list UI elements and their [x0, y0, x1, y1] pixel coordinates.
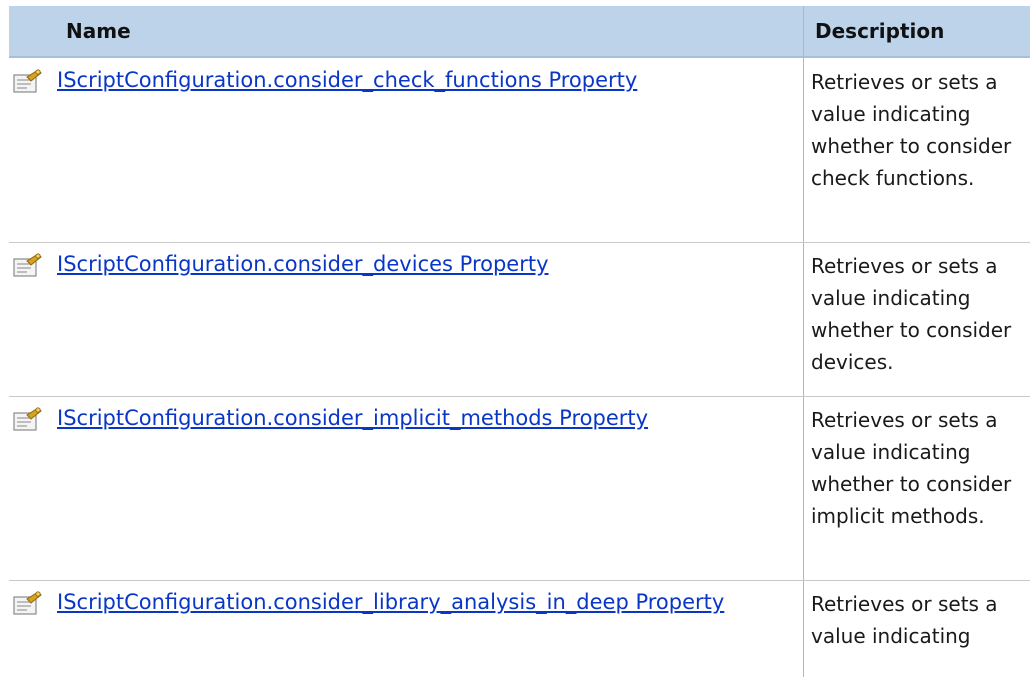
property-link[interactable]: IScriptConfiguration.consider_check_func…	[57, 64, 757, 96]
table-row: IScriptConfiguration.consider_devices Pr…	[9, 246, 1030, 394]
row-divider	[9, 580, 1030, 581]
row-divider	[9, 242, 1030, 243]
table-header: Name Description	[9, 6, 1030, 58]
property-link[interactable]: IScriptConfiguration.consider_devices Pr…	[57, 248, 757, 280]
property-icon	[11, 406, 43, 434]
property-icon	[11, 252, 43, 280]
column-header-description[interactable]: Description	[815, 6, 944, 56]
row-divider	[9, 396, 1030, 397]
property-description: Retrieves or sets a value indicating whe…	[811, 70, 1012, 190]
property-description: Retrieves or sets a value indicating whe…	[811, 408, 1012, 528]
table-row: IScriptConfiguration.consider_library_an…	[9, 584, 1030, 677]
column-header-name[interactable]: Name	[66, 6, 131, 56]
property-description: Retrieves or sets a value indicating whe…	[811, 254, 1012, 374]
members-table: Name Description IScriptConfiguration.co…	[0, 0, 1030, 677]
property-link[interactable]: IScriptConfiguration.consider_implicit_m…	[57, 402, 757, 434]
table-row: IScriptConfiguration.consider_check_func…	[9, 62, 1030, 240]
property-description: Retrieves or sets a value indicating	[811, 592, 998, 648]
property-icon	[11, 590, 43, 618]
property-icon	[11, 68, 43, 96]
table-row: IScriptConfiguration.consider_implicit_m…	[9, 400, 1030, 578]
property-link[interactable]: IScriptConfiguration.consider_library_an…	[57, 586, 757, 618]
